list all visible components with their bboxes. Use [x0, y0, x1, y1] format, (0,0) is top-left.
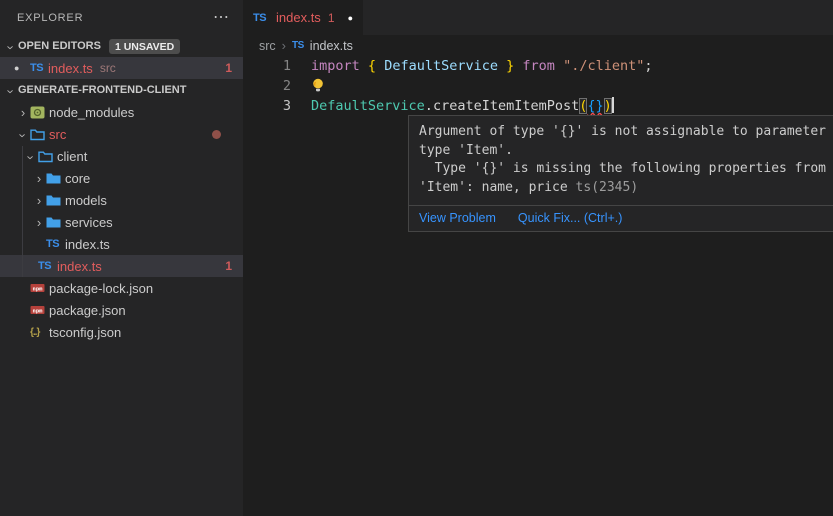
breadcrumb-file[interactable]: index.ts	[310, 39, 353, 53]
tree-item-services[interactable]: › services	[0, 211, 243, 233]
tree-item-label: models	[65, 193, 107, 208]
tree-item-label: src	[49, 127, 66, 142]
chevron-right-icon: ›	[32, 171, 46, 186]
tree-item-label: index.ts	[57, 259, 102, 274]
folder-open-icon	[38, 150, 57, 163]
error-message-line: type 'Item'.	[419, 142, 833, 161]
open-editor-file-description: src	[100, 61, 116, 75]
chevron-down-icon: ›	[4, 84, 19, 98]
tree-item-src[interactable]: › src	[0, 123, 243, 145]
tab-index-ts[interactable]: TS index.ts 1 ●	[243, 0, 363, 35]
tree-item-label: node_modules	[49, 105, 134, 120]
typescript-file-icon: TS	[38, 260, 57, 272]
vscode-window: EXPLORER ⋯ › OPEN EDITORS 1 UNSAVED ● TS…	[0, 0, 833, 516]
tree-indent-guide	[22, 146, 23, 277]
tree-item-label: core	[65, 171, 90, 186]
folder-icon	[46, 172, 65, 185]
workspace-section-header[interactable]: › GENERATE-FRONTEND-CLIENT	[0, 79, 243, 101]
code-line-2[interactable]: 2	[243, 76, 833, 96]
tree-item-core[interactable]: › core	[0, 167, 243, 189]
code-text[interactable]: DefaultService.createItemItemPost({})	[291, 96, 614, 116]
folder-icon	[46, 216, 65, 229]
tree-item-client-index-ts[interactable]: TS index.ts	[0, 233, 243, 255]
tree-item-label: index.ts	[65, 237, 110, 252]
problems-count-badge: 1	[225, 259, 232, 273]
error-message: Argument of type '{}' is not assignable …	[409, 116, 833, 205]
line-number: 1	[243, 56, 291, 76]
chevron-right-icon: ›	[16, 105, 30, 120]
typescript-file-icon: TS	[292, 40, 304, 51]
typescript-file-icon: TS	[253, 12, 271, 24]
folder-open-icon	[30, 128, 49, 141]
line-number: 2	[243, 76, 291, 96]
typescript-file-icon: TS	[30, 62, 48, 74]
tab-problems-badge: 1	[328, 11, 335, 25]
npm-file-icon: npm	[30, 282, 49, 294]
tree-item-models[interactable]: › models	[0, 189, 243, 211]
svg-text:npm: npm	[33, 286, 44, 292]
tree-item-package-json[interactable]: npm package.json	[0, 299, 243, 321]
explorer-sidebar: EXPLORER ⋯ › OPEN EDITORS 1 UNSAVED ● TS…	[0, 0, 243, 516]
workspace-name-label: GENERATE-FRONTEND-CLIENT	[18, 84, 186, 96]
tree-item-package-lock-json[interactable]: npm package-lock.json	[0, 277, 243, 299]
lightbulb-icon	[311, 78, 325, 93]
open-editor-item-index-ts[interactable]: ● TS index.ts src 1	[0, 57, 243, 79]
editor-area: TS index.ts 1 ● src › TS index.ts 1 impo…	[243, 0, 833, 516]
tree-item-node-modules[interactable]: › node_modules	[0, 101, 243, 123]
tree-item-src-index-ts[interactable]: TS index.ts 1	[0, 255, 243, 277]
hover-actions: View Problem Quick Fix... (Ctrl+.)	[409, 205, 833, 231]
chevron-down-icon: ›	[4, 40, 19, 54]
explorer-title: EXPLORER	[17, 12, 83, 24]
chevron-right-icon: ›	[282, 38, 286, 53]
tree-item-label: package.json	[49, 303, 126, 318]
npm-folder-icon	[30, 106, 49, 119]
code-text[interactable]: import { DefaultService } from "./client…	[291, 56, 653, 76]
more-actions-icon[interactable]: ⋯	[213, 13, 229, 23]
error-code: ts(2345)	[576, 180, 639, 195]
npm-file-icon: npm	[30, 304, 49, 316]
tree-item-tsconfig-json[interactable]: {..} tsconfig.json	[0, 321, 243, 343]
chevron-right-icon: ›	[32, 215, 46, 230]
error-message-line: Type '{}' is missing the following prope…	[419, 160, 833, 179]
tree-item-label: tsconfig.json	[49, 325, 121, 340]
unsaved-count-badge: 1 UNSAVED	[109, 39, 180, 54]
breadcrumb: src › TS index.ts	[243, 35, 833, 56]
code-editor[interactable]: 1 import { DefaultService } from "./clie…	[243, 56, 833, 116]
error-dot-badge	[212, 130, 221, 139]
error-message-line: Argument of type '{}' is not assignable …	[419, 123, 833, 142]
typescript-file-icon: TS	[46, 238, 65, 250]
open-editors-label: OPEN EDITORS	[18, 40, 101, 52]
tree-item-label: services	[65, 215, 113, 230]
tree-item-label: client	[57, 149, 87, 164]
editor-tab-bar: TS index.ts 1 ●	[243, 0, 833, 35]
error-message-line: 'Item': name, price ts(2345)	[419, 179, 833, 198]
chevron-down-icon: ›	[24, 150, 39, 164]
explorer-header: EXPLORER ⋯	[0, 0, 243, 35]
unsaved-dot-icon[interactable]: ●	[348, 13, 353, 23]
chevron-down-icon: ›	[16, 128, 31, 142]
json-config-icon: {..}	[30, 327, 49, 338]
open-editors-section-header[interactable]: › OPEN EDITORS 1 UNSAVED	[0, 35, 243, 57]
view-problem-link[interactable]: View Problem	[419, 211, 496, 225]
quick-fix-link[interactable]: Quick Fix... (Ctrl+.)	[518, 211, 623, 225]
line-number: 3	[243, 96, 291, 116]
text-cursor	[612, 97, 614, 113]
code-line-3[interactable]: 3 DefaultService.createItemItemPost({})	[243, 96, 833, 116]
code-line-1[interactable]: 1 import { DefaultService } from "./clie…	[243, 56, 833, 76]
open-editor-file-name: index.ts	[48, 61, 93, 76]
tree-item-label: package-lock.json	[49, 281, 153, 296]
folder-icon	[46, 194, 65, 207]
svg-text:npm: npm	[33, 308, 44, 314]
breadcrumb-folder[interactable]: src	[259, 39, 276, 53]
tree-item-client[interactable]: › client	[0, 145, 243, 167]
error-hover-tooltip: Argument of type '{}' is not assignable …	[408, 115, 833, 232]
problems-count-badge: 1	[225, 61, 232, 75]
modified-dot-icon: ●	[14, 63, 30, 73]
chevron-right-icon: ›	[32, 193, 46, 208]
tab-label: index.ts	[276, 10, 321, 25]
code-text[interactable]	[291, 76, 325, 96]
